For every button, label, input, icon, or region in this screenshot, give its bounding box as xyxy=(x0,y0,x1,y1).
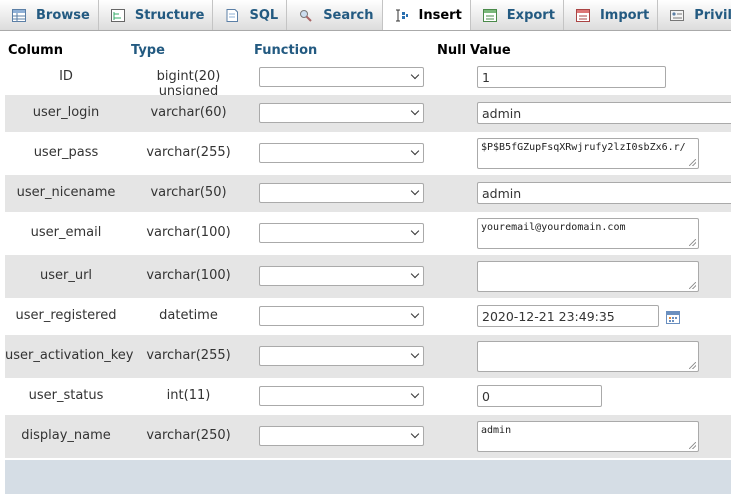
tab-bar: Browse Structure SQL Search Insert Expor… xyxy=(0,0,731,31)
header-function[interactable]: Function xyxy=(254,43,317,58)
column-name: display_name xyxy=(21,428,111,443)
value-textarea[interactable]: admin xyxy=(477,421,699,452)
tab-label: Insert xyxy=(418,7,462,23)
insert-icon xyxy=(395,9,409,22)
tab-label: Search xyxy=(323,8,374,23)
function-select[interactable] xyxy=(259,143,424,163)
column-name: user_registered xyxy=(15,308,117,323)
column-name: user_status xyxy=(28,388,104,403)
table-row: user_registered datetime 2020-12-21 23:4… xyxy=(5,298,731,335)
structure-icon xyxy=(110,9,125,22)
function-select[interactable] xyxy=(259,67,424,87)
tab-export[interactable]: Export xyxy=(471,0,564,30)
column-name: user_login xyxy=(32,105,100,120)
table-row: user_url varchar(100) xyxy=(5,255,731,298)
column-type: int(11) xyxy=(166,388,211,403)
column-name: user_email xyxy=(30,225,102,240)
export-icon xyxy=(482,9,497,22)
insert-form: Column Type Function Null Value ID bigin… xyxy=(5,41,731,458)
table-row: display_name varchar(250) admin xyxy=(5,415,731,458)
column-type: varchar(100) xyxy=(146,225,231,240)
column-type: datetime xyxy=(159,308,218,323)
tab-label: SQL xyxy=(249,8,279,23)
form-footer xyxy=(5,460,731,494)
column-type: varchar(100) xyxy=(146,268,231,283)
column-name: user_pass xyxy=(33,145,99,160)
function-select[interactable] xyxy=(259,223,424,243)
tab-privileges[interactable]: Privileges xyxy=(658,0,731,30)
table-row: user_pass varchar(255) $P$B5fGZupFsqXRwj… xyxy=(5,132,731,175)
table-row: user_status int(11) 0 xyxy=(5,378,731,415)
value-input[interactable]: 1 xyxy=(477,66,666,88)
sql-icon xyxy=(225,9,239,22)
value-textarea[interactable]: $P$B5fGZupFsqXRwjrufy2lzI0sbZx6.r/ xyxy=(477,138,699,169)
column-type: varchar(250) xyxy=(146,428,231,443)
tab-browse[interactable]: Browse xyxy=(0,0,99,30)
header-column: Column xyxy=(8,43,63,58)
column-type: varchar(255) xyxy=(146,145,231,160)
calendar-icon[interactable] xyxy=(666,310,680,324)
import-icon xyxy=(575,9,590,22)
table-row: user_activation_key varchar(255) xyxy=(5,335,731,378)
header-null: Null xyxy=(437,43,467,58)
value-input[interactable]: 0 xyxy=(477,385,602,407)
column-name: user_nicename xyxy=(16,185,116,200)
browse-icon xyxy=(12,9,26,22)
value-textarea[interactable] xyxy=(477,261,699,292)
column-name: user_url xyxy=(39,268,93,283)
column-type: varchar(60) xyxy=(150,105,227,120)
privileges-icon xyxy=(670,9,685,22)
tab-label: Import xyxy=(599,8,650,23)
value-input[interactable]: admin xyxy=(477,182,731,204)
tab-label: Browse xyxy=(36,8,90,23)
value-input[interactable]: 2020-12-21 23:49:35 xyxy=(477,305,659,327)
tab-sql[interactable]: SQL xyxy=(213,0,288,30)
column-name: user_activation_key xyxy=(5,348,134,363)
value-textarea[interactable]: youremail@yourdomain.com xyxy=(477,218,699,249)
function-select[interactable] xyxy=(259,183,424,203)
function-select[interactable] xyxy=(259,306,424,326)
header-type[interactable]: Type xyxy=(131,43,165,58)
tab-label: Structure xyxy=(134,8,205,23)
function-select[interactable] xyxy=(259,266,424,286)
search-icon xyxy=(299,9,313,22)
tab-insert[interactable]: Insert xyxy=(382,0,471,30)
table-row: user_login varchar(60) admin xyxy=(5,95,731,132)
tab-structure[interactable]: Structure xyxy=(99,0,214,30)
value-textarea[interactable] xyxy=(477,341,699,372)
tab-label: Privileges xyxy=(694,8,731,23)
function-select[interactable] xyxy=(259,103,424,123)
function-select[interactable] xyxy=(259,346,424,366)
table-row: user_email varchar(100) youremail@yourdo… xyxy=(5,212,731,255)
value-input[interactable]: admin xyxy=(477,102,731,124)
header-value: Value xyxy=(470,43,511,58)
table-row: ID bigint(20) unsigned 1 xyxy=(5,59,731,99)
column-type: varchar(50) xyxy=(150,185,227,200)
function-select[interactable] xyxy=(259,426,424,446)
tab-import[interactable]: Import xyxy=(564,0,659,30)
tab-search[interactable]: Search xyxy=(287,0,383,30)
column-type: varchar(255) xyxy=(146,348,231,363)
column-name: ID xyxy=(59,69,73,84)
table-row: user_nicename varchar(50) admin xyxy=(5,175,731,212)
header-row: Column Type Function Null Value xyxy=(5,41,731,59)
function-select[interactable] xyxy=(259,386,424,406)
tab-label: Export xyxy=(506,8,555,23)
